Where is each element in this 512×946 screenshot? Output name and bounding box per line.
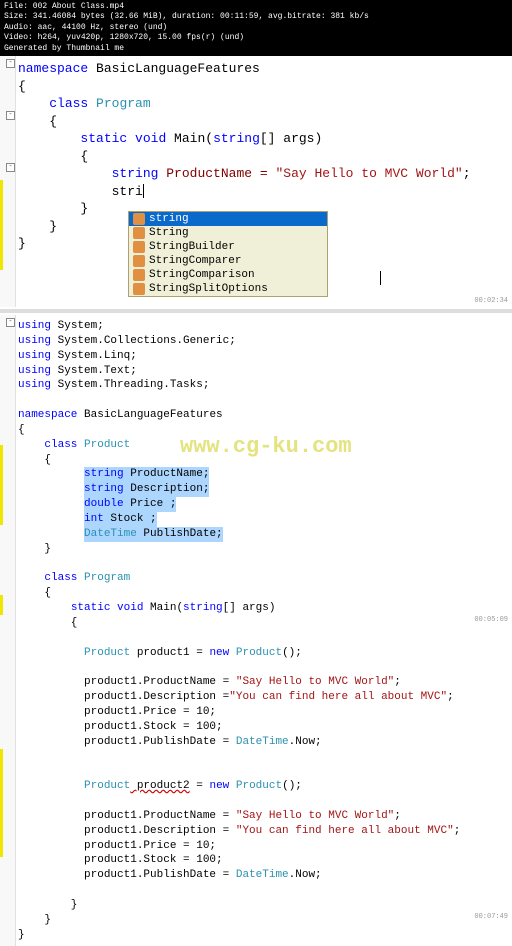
code-line (18, 393, 512, 408)
code-line: string ProductName; (18, 467, 512, 482)
class-icon (133, 241, 145, 253)
fold-icon[interactable]: - (6, 59, 15, 68)
code-line: { (18, 78, 512, 96)
code-line: product1.ProductName = "Say Hello to MVC… (18, 675, 512, 690)
code-line: using System.Collections.Generic; (18, 334, 512, 349)
size-line: Size: 341.46084 bytes (32.66 MiB), durat… (4, 12, 508, 22)
code-line: {00:05:09 (18, 616, 512, 631)
code-line: { (18, 453, 512, 468)
intellisense-item[interactable]: StringSplitOptions (129, 282, 327, 296)
code-line: product1.Price = 10; (18, 705, 512, 720)
code-line: stri (18, 183, 512, 201)
separator (0, 309, 512, 313)
fold-icon[interactable]: - (6, 111, 15, 120)
video-line: Video: h264, yuv420p, 1280x720, 15.00 fp… (4, 33, 508, 43)
timestamp: 00:02:34 (474, 297, 508, 305)
code-line: using System.Threading.Tasks; (18, 378, 512, 393)
change-marker (0, 749, 3, 857)
code-line: Product product2 = new Product(); (18, 779, 512, 794)
class-icon (133, 255, 145, 267)
intellisense-item[interactable]: StringComparison (129, 268, 327, 282)
code-line: Product product1 = new Product(); (18, 646, 512, 661)
code-line (18, 660, 512, 675)
code-line (18, 764, 512, 779)
intellisense-popup[interactable]: string String StringBuilder StringCompar… (128, 211, 328, 297)
code-line: product1.PublishDate = DateTime.Now; (18, 868, 512, 883)
code-editor-top[interactable]: - - - namespace BasicLanguageFeatures { … (0, 56, 512, 307)
code-line (18, 883, 512, 898)
code-line: product1.Stock = 100; (18, 853, 512, 868)
code-line: class Product (18, 438, 512, 453)
code-line: namespace BasicLanguageFeatures (18, 60, 512, 78)
change-marker (0, 445, 3, 525)
gen-line: Generated by Thumbnail me (4, 44, 508, 54)
code-line: product1.Price = 10; (18, 839, 512, 854)
code-editor-bottom[interactable]: - using System; using System.Collections… (0, 315, 512, 946)
video-metadata-header: File: 002 About Class.mp4 Size: 341.4608… (0, 0, 512, 56)
intellisense-item[interactable]: string (129, 212, 327, 226)
code-line: { (18, 113, 512, 131)
code-line: }00:07:49 (18, 913, 512, 928)
code-line: using System.Linq; (18, 349, 512, 364)
code-line: product1.ProductName = "Say Hello to MVC… (18, 809, 512, 824)
class-icon (133, 269, 145, 281)
class-icon (133, 283, 145, 295)
code-line: DateTime PublishDate; (18, 527, 512, 542)
code-line: } (18, 928, 512, 943)
class-icon (133, 227, 145, 239)
file-line: File: 002 About Class.mp4 (4, 2, 508, 12)
text-cursor (143, 184, 144, 198)
code-line: class Program (18, 95, 512, 113)
code-line (18, 556, 512, 571)
fold-icon[interactable]: - (6, 163, 15, 172)
code-line: } (18, 898, 512, 913)
code-line (18, 631, 512, 646)
class-icon (133, 213, 145, 225)
change-marker (0, 595, 3, 615)
intellisense-item[interactable]: StringBuilder (129, 240, 327, 254)
code-line: string ProductName = "Say Hello to MVC W… (18, 165, 512, 183)
code-line: static void Main(string[] args) (18, 130, 512, 148)
code-line: product1.PublishDate = DateTime.Now; (18, 735, 512, 750)
fold-icon[interactable]: - (6, 318, 15, 327)
code-line: product1.Description = "You can find her… (18, 824, 512, 839)
code-line: static void Main(string[] args) (18, 601, 512, 616)
intellisense-item[interactable]: StringComparer (129, 254, 327, 268)
intellisense-item[interactable]: String (129, 226, 327, 240)
code-line: { (18, 148, 512, 166)
code-line: class Program (18, 571, 512, 586)
code-line: int Stock ; (18, 512, 512, 527)
code-line (18, 749, 512, 764)
text-cursor-mark (380, 271, 381, 285)
code-line (18, 794, 512, 809)
code-line: double Price ; (18, 497, 512, 512)
code-line: using System.Text; (18, 364, 512, 379)
code-line: { (18, 423, 512, 438)
code-line: } (18, 542, 512, 557)
code-line: using System; (18, 319, 512, 334)
change-marker (0, 180, 3, 270)
code-line: { (18, 586, 512, 601)
code-line: namespace BasicLanguageFeatures (18, 408, 512, 423)
timestamp: 00:05:09 (474, 616, 508, 625)
code-line: product1.Description ="You can find here… (18, 690, 512, 705)
gutter: - (0, 315, 16, 946)
code-line: product1.Stock = 100; (18, 720, 512, 735)
timestamp: 00:07:49 (474, 913, 508, 922)
code-line: string Description; (18, 482, 512, 497)
audio-line: Audio: aac, 44100 Hz, stereo (und) (4, 23, 508, 33)
gutter: - - - (0, 56, 16, 307)
